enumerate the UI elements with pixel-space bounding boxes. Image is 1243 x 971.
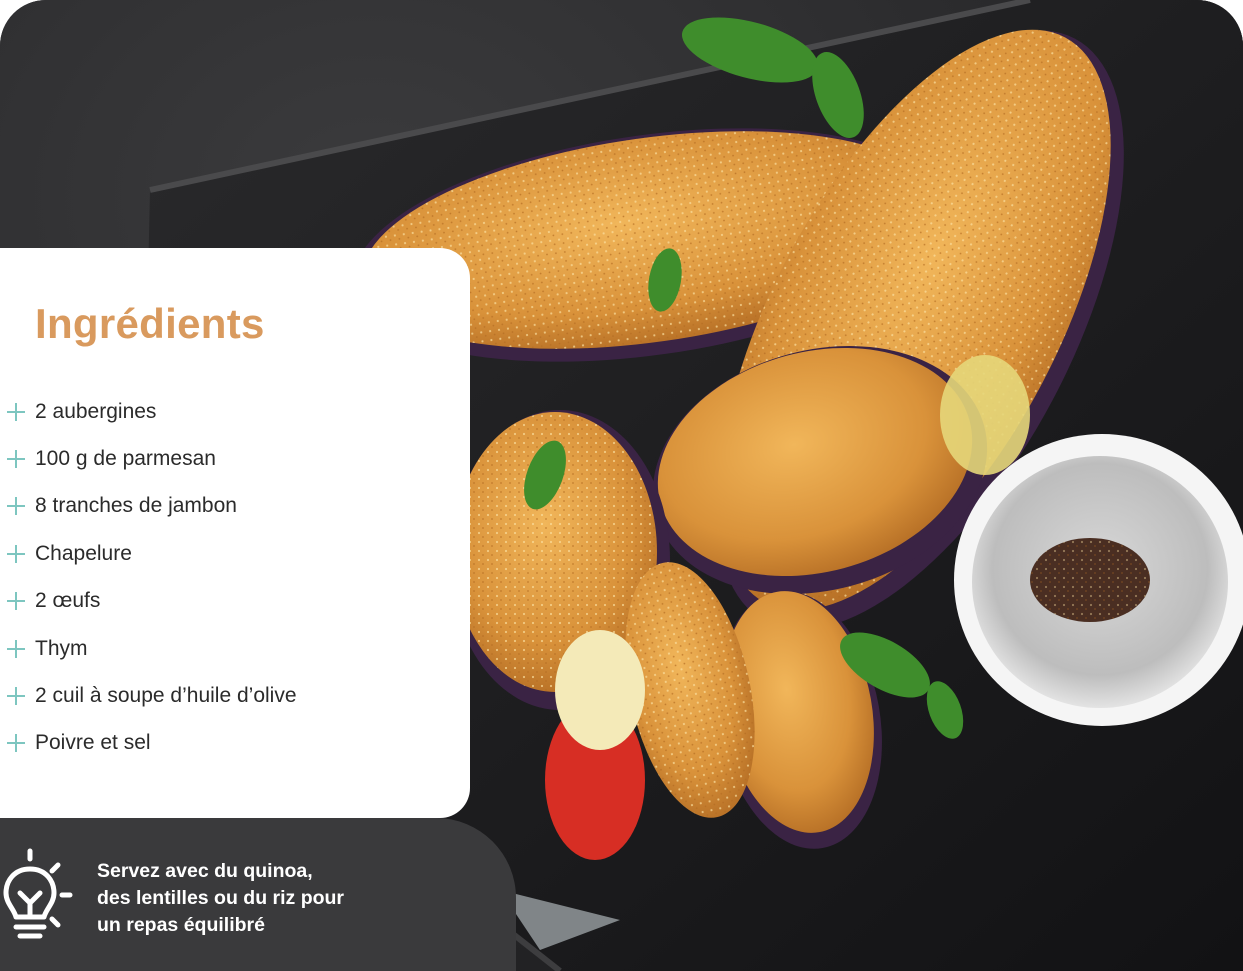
tip-line: un repas équilibré [97, 914, 265, 936]
plus-icon [7, 544, 25, 563]
ingredient-item: 2 œufs [0, 578, 297, 625]
plus-icon [7, 687, 25, 706]
plus-icon [7, 450, 25, 469]
ingredient-item: 100 g de parmesan [0, 435, 297, 482]
plus-icon [7, 497, 25, 516]
ingredient-item: Thym [0, 625, 297, 672]
pepper-bowl [954, 434, 1243, 726]
plus-icon [7, 402, 25, 421]
ingredient-label: Poivre et sel [35, 731, 151, 755]
recipe-card: Ingrédients 2 aubergines 100 g de parmes… [0, 0, 1243, 971]
ingredient-item: Chapelure [0, 530, 297, 577]
tip-text: Servez avec du quinoa, des lentilles ou … [97, 858, 417, 939]
tip-line: Servez avec du quinoa, [97, 860, 313, 882]
melted-cheese [555, 630, 645, 750]
ingredient-item: 8 tranches de jambon [0, 483, 297, 530]
ingredient-item: 2 cuil à soupe d’huile d’olive [0, 672, 297, 719]
ingredient-label: 2 œufs [35, 589, 101, 613]
plus-icon [7, 734, 25, 753]
ingredient-label: 2 aubergines [35, 399, 157, 423]
ingredient-list: 2 aubergines 100 g de parmesan 8 tranche… [0, 388, 297, 767]
plus-icon [7, 592, 25, 611]
ingredient-label: Chapelure [35, 541, 132, 565]
ingredient-item: 2 aubergines [0, 388, 297, 435]
ingredient-item: Poivre et sel [0, 720, 297, 767]
lightbulb-icon [3, 848, 73, 939]
ingredient-label: 100 g de parmesan [35, 447, 216, 471]
ingredient-label: 2 cuil à soupe d’huile d’olive [35, 684, 297, 708]
plus-icon [7, 639, 25, 658]
ingredient-label: Thym [35, 636, 88, 660]
ingredients-title: Ingrédients [35, 300, 265, 347]
tip-line: des lentilles ou du riz pour [97, 887, 345, 909]
ingredient-label: 8 tranches de jambon [35, 494, 237, 518]
